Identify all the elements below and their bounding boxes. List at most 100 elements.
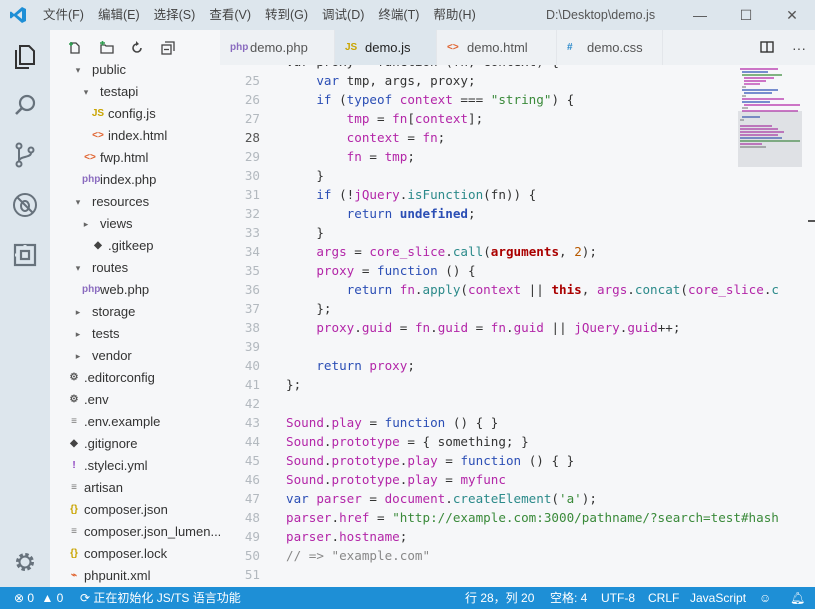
code-line[interactable]: 38 proxy.guid = fn.guid = fn.guid || jQu… — [220, 318, 740, 337]
tree-folder[interactable]: ▾ testapi — [50, 81, 220, 103]
tree-folder[interactable]: ▸ tests — [50, 323, 220, 345]
menu-item[interactable]: 编辑(E) — [91, 0, 147, 30]
tree-file[interactable]: ⌁ phpunit.xml — [50, 565, 220, 587]
extensions-icon[interactable] — [0, 230, 50, 280]
menu-item[interactable]: 终端(T) — [371, 0, 426, 30]
tree-folder[interactable]: ▾ routes — [50, 257, 220, 279]
code-line[interactable]: 40 return proxy; — [220, 356, 740, 375]
tree-file[interactable]: php web.php — [50, 279, 220, 301]
chevron-down-icon[interactable]: ▾ — [72, 257, 84, 279]
tree-file[interactable]: <> fwp.html — [50, 147, 220, 169]
code-line[interactable]: 31 if (!jQuery.isFunction(fn)) { — [220, 185, 740, 204]
tree-file[interactable]: ⚙ .editorconfig — [50, 367, 220, 389]
settings-gear-icon[interactable] — [0, 537, 50, 587]
code-lines[interactable]: var proxy = function (fn, context) {25 v… — [220, 65, 779, 584]
chevron-right-icon[interactable]: ▸ — [80, 213, 92, 235]
code-line[interactable]: 51 — [220, 565, 740, 584]
tree-file[interactable]: ≡ artisan — [50, 477, 220, 499]
more-actions-icon[interactable]: ··· — [783, 40, 815, 56]
tree-file[interactable]: ≡ .env.example — [50, 411, 220, 433]
chevron-right-icon[interactable]: ▸ — [72, 345, 84, 367]
debug-icon[interactable] — [0, 180, 50, 230]
code-line[interactable]: 25 var tmp, args, proxy; — [220, 71, 740, 90]
cursor-position[interactable]: 行 28，列 20 — [465, 587, 534, 609]
code-line[interactable]: 29 fn = tmp; — [220, 147, 740, 166]
tree-file[interactable]: {} composer.json — [50, 499, 220, 521]
menu-item[interactable]: 查看(V) — [202, 0, 258, 30]
minimap-viewport[interactable] — [738, 111, 802, 167]
task-status[interactable]: ⟳ 正在初始化 JS/TS 语言功能 — [80, 587, 241, 609]
encoding[interactable]: UTF-8 — [601, 587, 635, 609]
menu-item[interactable]: 调试(D) — [315, 0, 371, 30]
editor-tab[interactable]: # demo.css — [557, 30, 663, 65]
tree-file[interactable]: php index.php — [50, 169, 220, 191]
menu-item[interactable]: 转到(G) — [258, 0, 315, 30]
tree-folder[interactable]: ▸ views — [50, 213, 220, 235]
code-line[interactable]: 41}; — [220, 375, 740, 394]
editor-tab[interactable]: JS demo.js — [335, 30, 437, 65]
tree-file[interactable]: ⚙ .env — [50, 389, 220, 411]
tree-file[interactable]: ◆ .gitignore — [50, 433, 220, 455]
code-line[interactable]: 49 parser.hostname; — [220, 527, 740, 546]
new-folder-icon[interactable] — [99, 40, 130, 55]
tree-file[interactable]: ! .styleci.yml — [50, 455, 220, 477]
editor-tab[interactable]: <> demo.html — [437, 30, 557, 65]
tree-folder[interactable]: ▾ resources — [50, 191, 220, 213]
code-editor[interactable]: var proxy = function (fn, context) {25 v… — [220, 65, 815, 587]
chevron-right-icon[interactable]: ▸ — [72, 301, 84, 323]
chevron-down-icon[interactable]: ▾ — [72, 191, 84, 213]
code-line[interactable]: 47 var parser = document.createElement('a… — [220, 489, 740, 508]
tree-file[interactable]: {} composer.lock — [50, 543, 220, 565]
maximize-button[interactable]: ☐ — [723, 0, 769, 30]
code-line[interactable]: 28 context = fn; — [220, 128, 740, 147]
code-line[interactable]: 46 Sound.prototype.play = myfunc — [220, 470, 740, 489]
code-line[interactable]: 35 proxy = function () { — [220, 261, 740, 280]
split-editor-icon[interactable] — [751, 40, 783, 56]
menu-item[interactable]: 文件(F) — [36, 0, 91, 30]
explorer-icon[interactable] — [0, 32, 50, 82]
notifications-bell-icon[interactable]: 🔔︎ — [790, 587, 805, 609]
tree-folder[interactable]: ▸ vendor — [50, 345, 220, 367]
indentation[interactable]: 空格: 4 — [550, 587, 587, 609]
tree-file[interactable]: ◆ .gitkeep — [50, 235, 220, 257]
refresh-icon[interactable] — [130, 40, 161, 55]
chevron-down-icon[interactable]: ▾ — [80, 81, 92, 103]
code-line[interactable]: 45 Sound.prototype.play = function () { } — [220, 451, 740, 470]
tree-folder[interactable]: ▾ public — [50, 59, 220, 81]
source-control-icon[interactable] — [0, 130, 50, 180]
editor-tab[interactable]: php demo.php — [220, 30, 335, 65]
code-line[interactable]: 26 if (typeof context === "string") { — [220, 90, 740, 109]
code-line[interactable]: 34 args = core_slice.call(arguments, 2); — [220, 242, 740, 261]
feedback-smiley-icon[interactable]: ☺ — [759, 587, 771, 609]
code-line[interactable]: 30 } — [220, 166, 740, 185]
language-mode[interactable]: JavaScript — [690, 587, 746, 609]
code-line[interactable]: 27 tmp = fn[context]; — [220, 109, 740, 128]
tree-file[interactable]: ≡ composer.json_lumen... — [50, 521, 220, 543]
chevron-right-icon[interactable]: ▸ — [72, 323, 84, 345]
code-token: (fn)) { — [483, 187, 537, 202]
menu-item[interactable]: 帮助(H) — [426, 0, 482, 30]
search-icon[interactable] — [0, 80, 50, 130]
code-line[interactable]: 50 // => "example.com" — [220, 546, 740, 565]
code-line[interactable]: 32 return undefined; — [220, 204, 740, 223]
code-line[interactable]: 37 }; — [220, 299, 740, 318]
code-line[interactable]: 48 parser.href = "http://example.com:3000… — [220, 508, 779, 527]
code-line[interactable]: 36 return fn.apply(context || this, args… — [220, 280, 779, 299]
tree-file[interactable]: <> index.html — [50, 125, 220, 147]
code-line[interactable]: 33 } — [220, 223, 740, 242]
new-file-icon[interactable] — [68, 41, 99, 55]
collapse-all-icon[interactable] — [161, 40, 192, 55]
tree-file[interactable]: JS config.js — [50, 103, 220, 125]
code-line[interactable]: 44 Sound.prototype = { something; } — [220, 432, 740, 451]
menu-item[interactable]: 选择(S) — [147, 0, 203, 30]
code-line[interactable]: 42 — [220, 394, 740, 413]
tree-folder[interactable]: ▸ storage — [50, 301, 220, 323]
code-line[interactable]: 43 Sound.play = function () { } — [220, 413, 740, 432]
minimize-button[interactable]: — — [677, 0, 723, 30]
line-ending[interactable]: CRLF — [648, 587, 679, 609]
code-line[interactable]: 39 — [220, 337, 740, 356]
problems-indicator[interactable]: ⊗ 0 ▲ 0 — [14, 587, 63, 609]
close-button[interactable]: ✕ — [769, 0, 815, 30]
chevron-down-icon[interactable]: ▾ — [72, 59, 84, 81]
minimap[interactable] — [738, 65, 808, 587]
